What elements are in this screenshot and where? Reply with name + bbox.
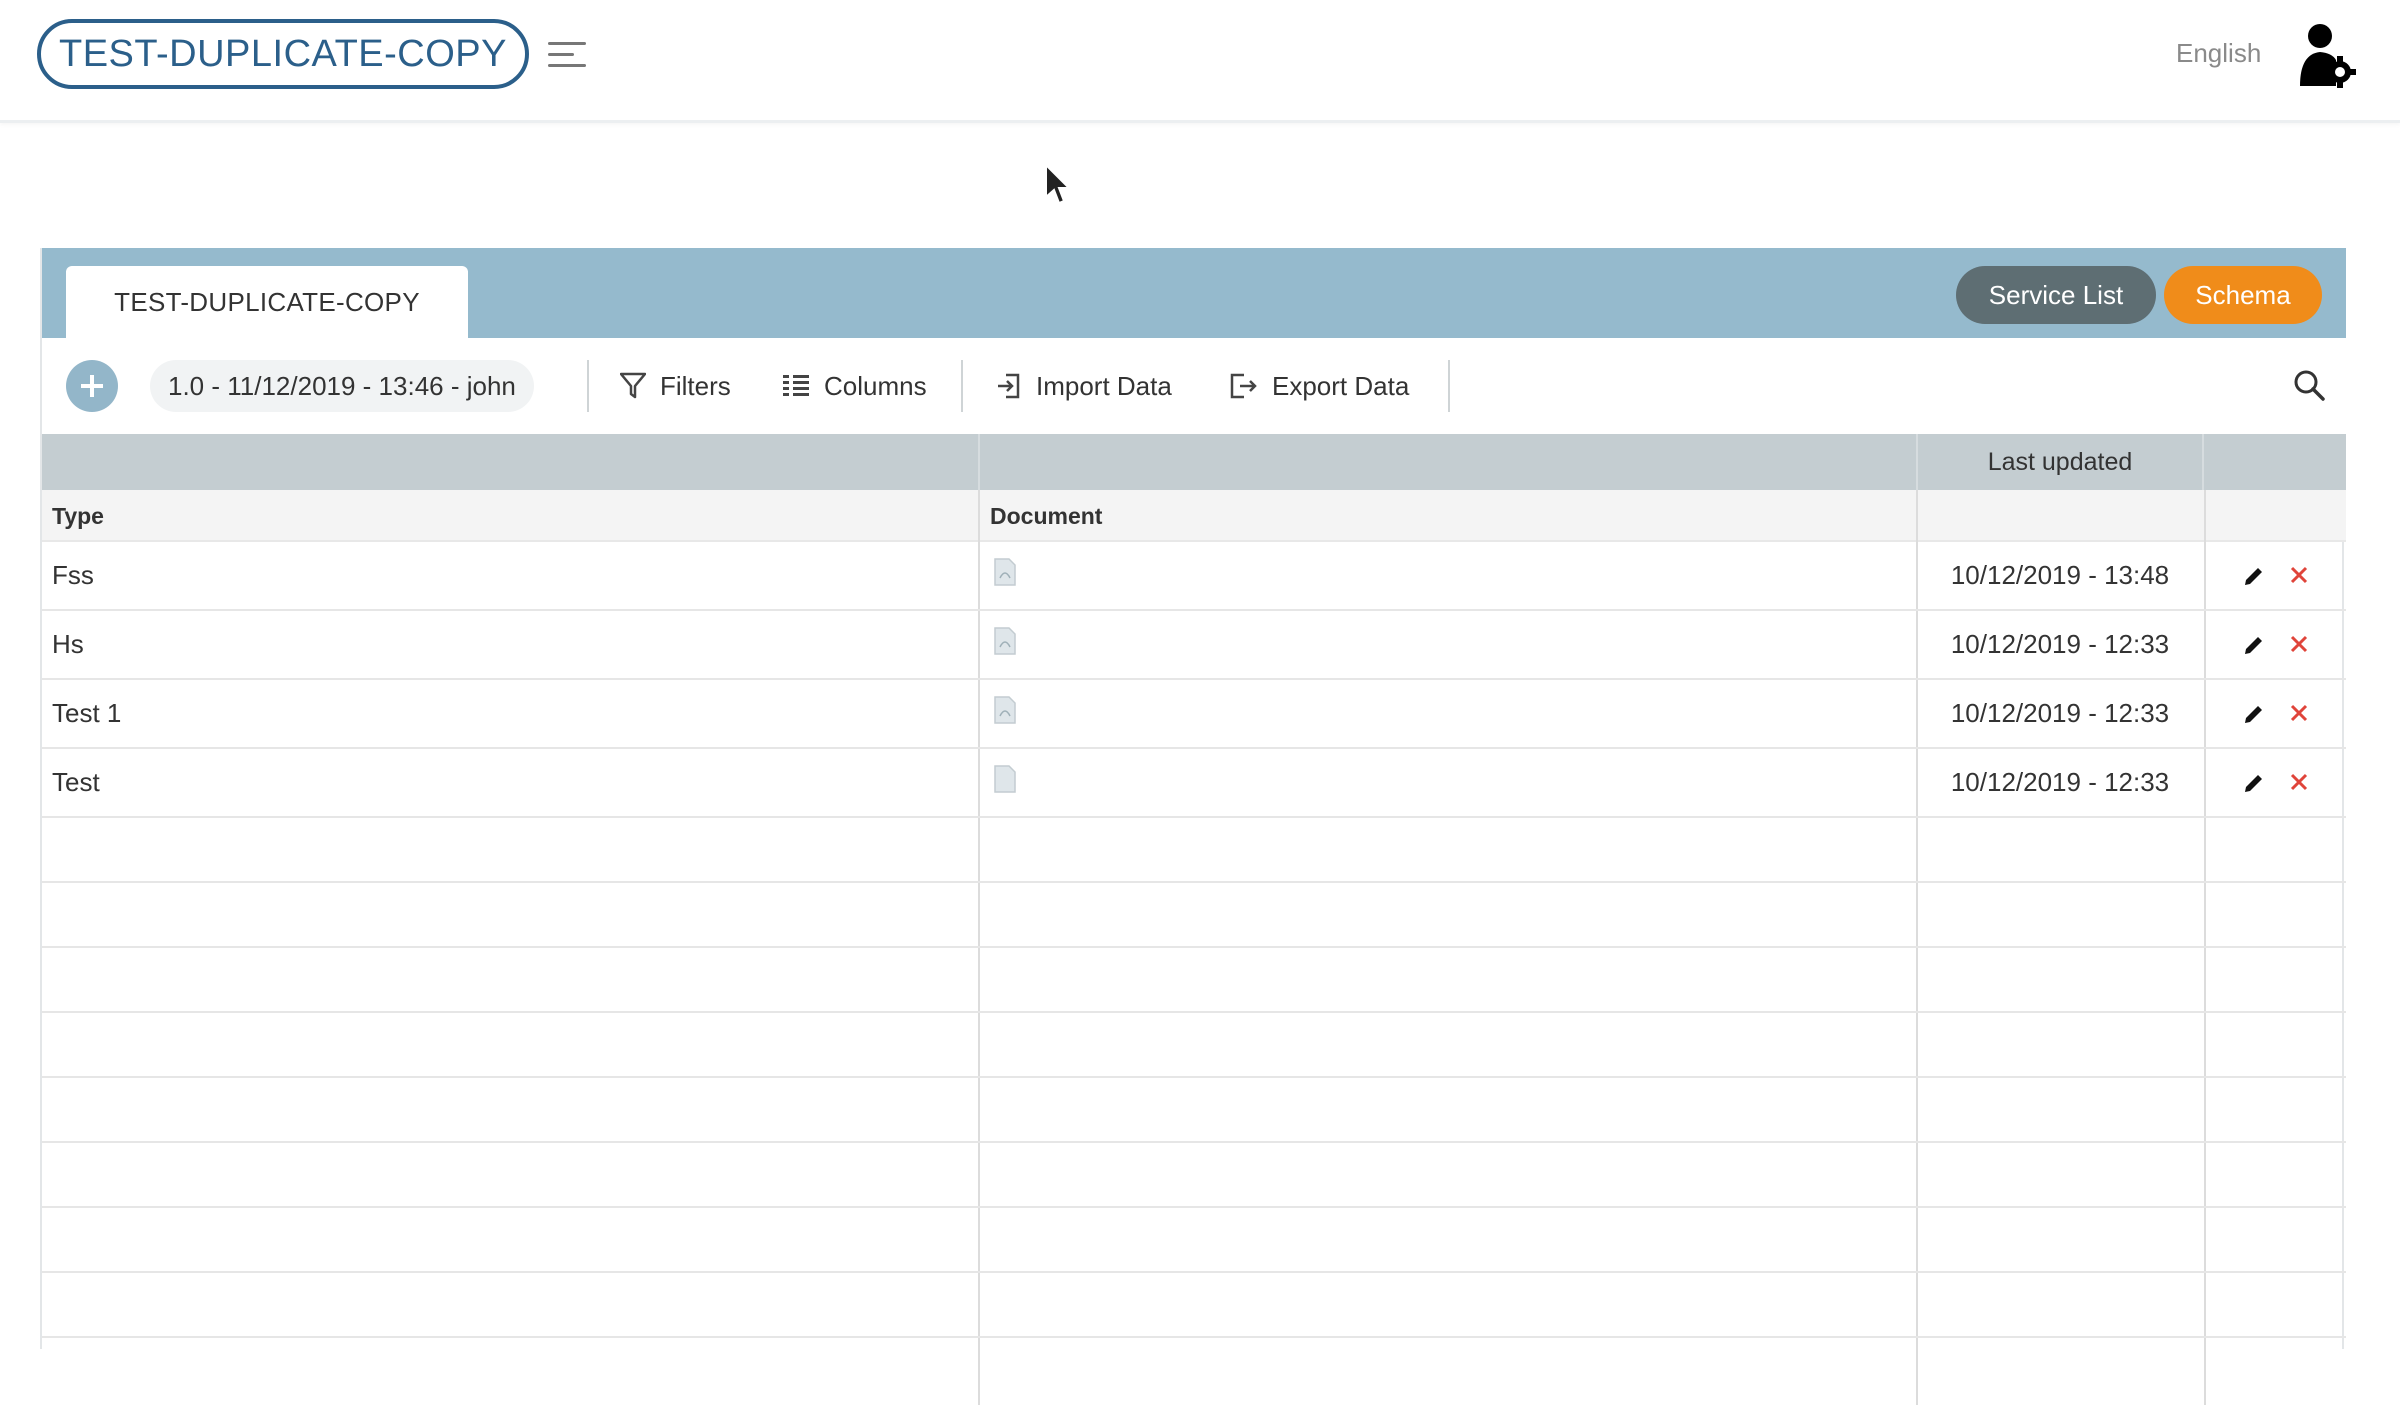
- cell-type: Test 1: [52, 698, 122, 728]
- toolbar-divider: [1448, 360, 1450, 412]
- mouse-cursor-icon: [1045, 163, 1072, 205]
- search-icon[interactable]: [2292, 368, 2326, 402]
- pdf-file-icon[interactable]: [994, 696, 1016, 724]
- cell-last-updated: 10/12/2019 - 12:33: [1950, 629, 2170, 659]
- delete-icon[interactable]: [2288, 564, 2310, 586]
- cell-type: Hs: [52, 629, 84, 659]
- pdf-file-icon[interactable]: [994, 558, 1016, 586]
- filters-button[interactable]: Filters: [620, 360, 731, 412]
- filters-label: Filters: [660, 370, 731, 401]
- column-header-type[interactable]: Type: [52, 490, 104, 542]
- plus-icon: [81, 375, 103, 397]
- export-data-button[interactable]: Export Data: [1228, 360, 1409, 412]
- group-header-row: Last updated: [42, 434, 2346, 490]
- cell-type: Test: [52, 767, 100, 797]
- toolbar-divider: [961, 360, 963, 412]
- column-divider: [978, 434, 980, 490]
- add-button[interactable]: [66, 360, 118, 412]
- empty-row: [42, 1078, 2346, 1143]
- schema-button[interactable]: Schema: [2164, 266, 2322, 324]
- empty-row: [42, 883, 2346, 948]
- panel-header: TEST-DUPLICATE-COPY Service List Schema: [42, 248, 2346, 338]
- cell-last-updated: 10/12/2019 - 12:33: [1950, 698, 2170, 728]
- delete-icon[interactable]: [2288, 633, 2310, 655]
- columns-icon: [783, 375, 809, 396]
- export-data-label: Export Data: [1272, 370, 1410, 401]
- language-selector[interactable]: English: [2176, 38, 2261, 69]
- empty-row: [42, 1143, 2346, 1208]
- export-icon: [1230, 373, 1257, 399]
- filter-icon: [620, 372, 646, 399]
- table-row[interactable]: Fss 10/12/2019 - 13:48: [42, 542, 2346, 611]
- empty-row: [42, 948, 2346, 1013]
- top-bar: TEST-DUPLICATE-COPY English: [0, 0, 2400, 123]
- empty-row: [42, 1208, 2346, 1273]
- service-list-button[interactable]: Service List: [1956, 266, 2156, 324]
- user-settings-icon[interactable]: [2296, 22, 2356, 88]
- file-icon[interactable]: [994, 765, 1016, 793]
- empty-row: [42, 1013, 2346, 1078]
- import-data-label: Import Data: [1036, 370, 1172, 401]
- toolbar: 1.0 - 11/12/2019 - 13:46 - john Filters …: [42, 338, 2346, 434]
- tab-test-duplicate-copy[interactable]: TEST-DUPLICATE-COPY: [66, 266, 468, 338]
- delete-icon[interactable]: [2288, 702, 2310, 724]
- menu-icon[interactable]: [548, 40, 586, 70]
- import-icon: [998, 373, 1020, 399]
- empty-row: [42, 1273, 2346, 1338]
- columns-button[interactable]: Columns: [782, 360, 927, 412]
- columns-label: Columns: [824, 370, 927, 401]
- edit-icon[interactable]: [2242, 633, 2266, 657]
- cell-last-updated: 10/12/2019 - 12:33: [1950, 767, 2170, 797]
- toolbar-divider: [587, 360, 589, 412]
- column-header-document[interactable]: Document: [990, 490, 1102, 542]
- cell-last-updated: 10/12/2019 - 13:48: [1950, 560, 2170, 590]
- table-row[interactable]: Test 10/12/2019 - 12:33: [42, 749, 2346, 818]
- edit-icon[interactable]: [2242, 771, 2266, 795]
- cell-type: Fss: [52, 560, 94, 590]
- pdf-file-icon[interactable]: [994, 627, 1016, 655]
- edit-icon[interactable]: [2242, 564, 2266, 588]
- empty-row: [42, 818, 2346, 883]
- import-data-button[interactable]: Import Data: [996, 360, 1172, 412]
- table-row[interactable]: Hs 10/12/2019 - 12:33: [42, 611, 2346, 680]
- version-selector[interactable]: 1.0 - 11/12/2019 - 13:46 - john: [150, 360, 534, 412]
- column-header-row: Type Document: [42, 490, 2346, 542]
- table-row[interactable]: Test 1 10/12/2019 - 12:33: [42, 680, 2346, 749]
- last-updated-header[interactable]: Last updated: [1916, 434, 2204, 490]
- edit-icon[interactable]: [2242, 702, 2266, 726]
- service-panel: TEST-DUPLICATE-COPY Service List Schema …: [40, 248, 2346, 1405]
- app-title[interactable]: TEST-DUPLICATE-COPY: [37, 19, 529, 89]
- delete-icon[interactable]: [2288, 771, 2310, 793]
